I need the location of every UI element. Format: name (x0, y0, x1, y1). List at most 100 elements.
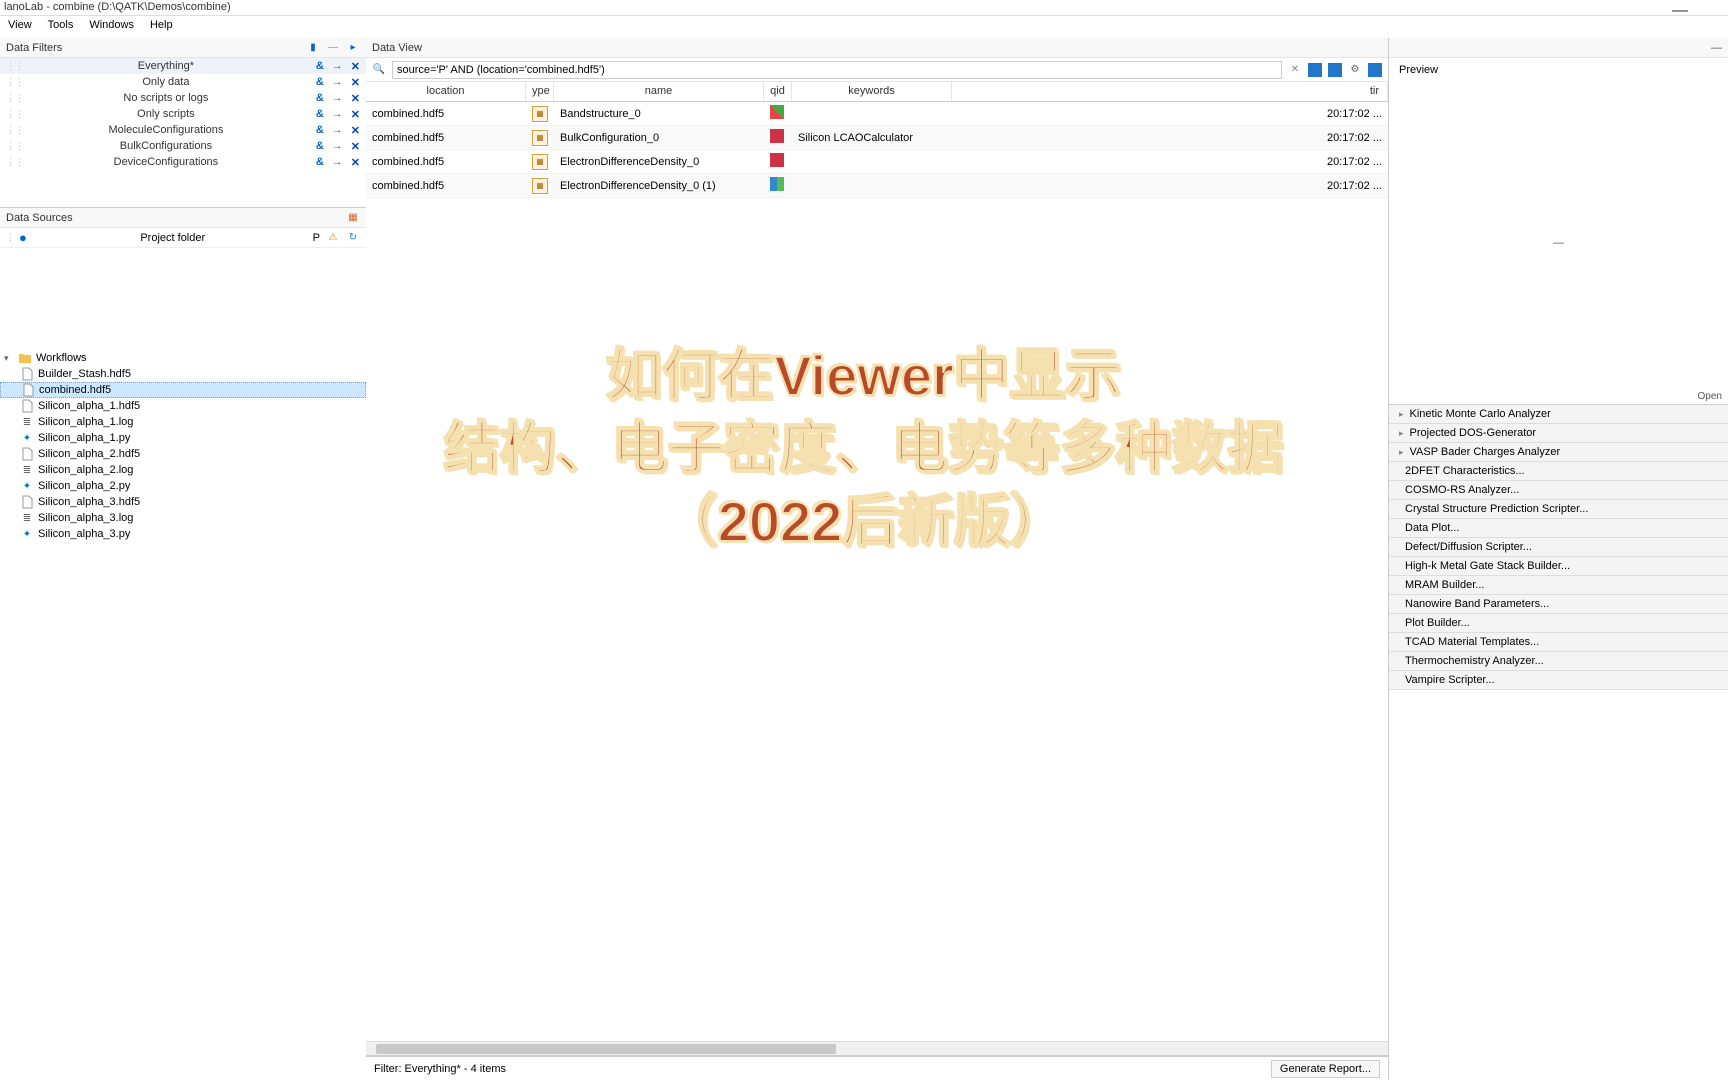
filter-arrow-icon[interactable]: → (332, 60, 343, 73)
file-row[interactable]: ✦ Silicon_alpha_2.py (0, 478, 366, 494)
plugin-item[interactable]: High-k Metal Gate Stack Builder... (1389, 557, 1728, 576)
generate-report-button[interactable]: Generate Report... (1271, 1060, 1380, 1078)
drag-handle-icon[interactable]: ⋮⋮ (6, 125, 16, 136)
filter-row[interactable]: ⋮⋮ Only scripts & → ✕ (0, 106, 366, 122)
filter-row[interactable]: ⋮⋮ Only data & → ✕ (0, 74, 366, 90)
folder-row[interactable]: ▾ Workflows (0, 350, 366, 366)
tool-icon-1[interactable] (1308, 63, 1322, 77)
file-row[interactable]: combined.hdf5 (0, 382, 366, 398)
filter-remove-icon[interactable]: ✕ (351, 92, 360, 105)
cell-qid-icon (764, 103, 792, 124)
plugin-item[interactable]: Vampire Scripter... (1389, 671, 1728, 690)
open-label[interactable]: Open (1389, 389, 1728, 404)
search-icon[interactable]: 🔍 (372, 63, 386, 77)
col-keywords[interactable]: keywords (792, 82, 952, 101)
file-row[interactable]: ✦ Silicon_alpha_1.py (0, 430, 366, 446)
folder-toggle-icon[interactable]: ▾ (4, 353, 14, 364)
filter-row[interactable]: ⋮⋮ No scripts or logs & → ✕ (0, 90, 366, 106)
filter-row[interactable]: ⋮⋮ DeviceConfigurations & → ✕ (0, 154, 366, 170)
plugin-item[interactable]: MRAM Builder... (1389, 576, 1728, 595)
plugin-item[interactable]: Data Plot... (1389, 519, 1728, 538)
drag-handle-icon[interactable]: ⋮⋮ (6, 77, 16, 88)
filter-remove-icon[interactable]: ✕ (351, 140, 360, 153)
settings-icon[interactable]: ⚙ (1348, 63, 1362, 77)
tool-icon-3[interactable] (1368, 63, 1382, 77)
file-row[interactable]: ≣ Silicon_alpha_2.log (0, 462, 366, 478)
search-input[interactable] (392, 61, 1282, 79)
plugin-item[interactable]: Crystal Structure Prediction Scripter... (1389, 500, 1728, 519)
drag-handle-icon[interactable]: ⋮⋮ (6, 141, 16, 152)
drag-handle-icon[interactable]: ⋮⋮ (6, 109, 16, 120)
plugin-item[interactable]: Plot Builder... (1389, 614, 1728, 633)
filter-arrow-icon[interactable]: → (332, 92, 343, 105)
drag-handle-icon[interactable]: ⋮⋮ (6, 93, 16, 104)
plugin-item[interactable]: TCAD Material Templates... (1389, 633, 1728, 652)
filter-and-icon[interactable]: & (316, 60, 324, 73)
table-row[interactable]: combined.hdf5 ▦ BulkConfiguration_0 Sili… (366, 126, 1388, 150)
filter-and-icon[interactable]: & (316, 92, 324, 105)
filter-collapse-icon[interactable]: — (326, 41, 340, 55)
table-row[interactable]: combined.hdf5 ▦ ElectronDifferenceDensit… (366, 174, 1388, 198)
filter-and-icon[interactable]: & (316, 108, 324, 121)
clear-search-icon[interactable]: ✕ (1288, 63, 1302, 77)
table-row[interactable]: combined.hdf5 ▦ ElectronDifferenceDensit… (366, 150, 1388, 174)
file-tree[interactable]: ▾ Workflows Builder_Stash.hdf5 combined.… (0, 348, 366, 1080)
filter-and-icon[interactable]: & (316, 156, 324, 169)
filter-arrow-icon[interactable]: → (332, 108, 343, 121)
minimize-button[interactable]: — (1672, 2, 1688, 20)
file-row[interactable]: Silicon_alpha_1.hdf5 (0, 398, 366, 414)
file-row[interactable]: ✦ Silicon_alpha_3.py (0, 526, 366, 542)
col-location[interactable]: location (366, 82, 526, 101)
table-body[interactable]: combined.hdf5 ▦ Bandstructure_0 20:17:02… (366, 102, 1388, 1041)
filter-arrow-icon[interactable]: → (332, 76, 343, 89)
plugin-item[interactable]: Nanowire Band Parameters... (1389, 595, 1728, 614)
plugin-item[interactable]: ▸VASP Bader Charges Analyzer (1389, 443, 1728, 462)
plugin-item[interactable]: ▸Kinetic Monte Carlo Analyzer (1389, 405, 1728, 424)
col-name[interactable]: name (554, 82, 764, 101)
filter-arrow-icon[interactable]: → (332, 156, 343, 169)
file-row[interactable]: ≣ Silicon_alpha_1.log (0, 414, 366, 430)
file-row[interactable]: Silicon_alpha_3.hdf5 (0, 494, 366, 510)
filter-row[interactable]: ⋮⋮ Everything* & → ✕ (0, 58, 366, 74)
col-type[interactable]: ype (526, 82, 554, 101)
menu-view[interactable]: View (8, 19, 32, 35)
tool-icon-2[interactable] (1328, 63, 1342, 77)
project-folder-label[interactable]: Project folder (33, 232, 313, 244)
filter-remove-icon[interactable]: ✕ (351, 76, 360, 89)
filter-remove-icon[interactable]: ✕ (351, 108, 360, 121)
filter-remove-icon[interactable]: ✕ (351, 156, 360, 169)
sources-db-icon[interactable]: ▦ (346, 211, 360, 225)
filter-and-icon[interactable]: & (316, 76, 324, 89)
filter-remove-icon[interactable]: ✕ (351, 60, 360, 73)
drag-handle-icon[interactable]: ⋮⋮ (6, 61, 16, 72)
menu-help[interactable]: Help (150, 19, 173, 35)
file-row[interactable]: Silicon_alpha_2.hdf5 (0, 446, 366, 462)
col-qid[interactable]: qid (764, 82, 792, 101)
refresh-icon[interactable]: ↻ (346, 231, 360, 245)
plugin-item[interactable]: Defect/Diffusion Scripter... (1389, 538, 1728, 557)
preview-title: Preview (1399, 64, 1438, 76)
filter-row[interactable]: ⋮⋮ MoleculeConfigurations & → ✕ (0, 122, 366, 138)
right-collapse-icon[interactable]: — (1711, 42, 1722, 54)
menu-windows[interactable]: Windows (89, 19, 134, 35)
filter-row[interactable]: ⋮⋮ BulkConfigurations & → ✕ (0, 138, 366, 154)
filter-add-icon[interactable]: ▮ (306, 41, 320, 55)
horizontal-scrollbar[interactable] (366, 1041, 1388, 1055)
filter-and-icon[interactable]: & (316, 124, 324, 137)
drag-handle-icon[interactable]: ⋮⋮ (6, 157, 16, 168)
table-row[interactable]: combined.hdf5 ▦ Bandstructure_0 20:17:02… (366, 102, 1388, 126)
plugin-item[interactable]: COSMO-RS Analyzer... (1389, 481, 1728, 500)
menu-tools[interactable]: Tools (48, 19, 74, 35)
filter-remove-icon[interactable]: ✕ (351, 124, 360, 137)
file-row[interactable]: Builder_Stash.hdf5 (0, 366, 366, 382)
plugin-item[interactable]: ▸Projected DOS-Generator (1389, 424, 1728, 443)
filter-arrow-icon[interactable]: → (332, 124, 343, 137)
col-time[interactable]: tir (952, 82, 1388, 101)
filter-and-icon[interactable]: & (316, 140, 324, 153)
filter-more-icon[interactable]: ▸ (346, 41, 360, 55)
plugin-item[interactable]: Thermochemistry Analyzer... (1389, 652, 1728, 671)
file-row[interactable]: ≣ Silicon_alpha_3.log (0, 510, 366, 526)
warning-icon[interactable]: ⚠ (326, 231, 340, 245)
filter-arrow-icon[interactable]: → (332, 140, 343, 153)
plugin-item[interactable]: 2DFET Characteristics... (1389, 462, 1728, 481)
